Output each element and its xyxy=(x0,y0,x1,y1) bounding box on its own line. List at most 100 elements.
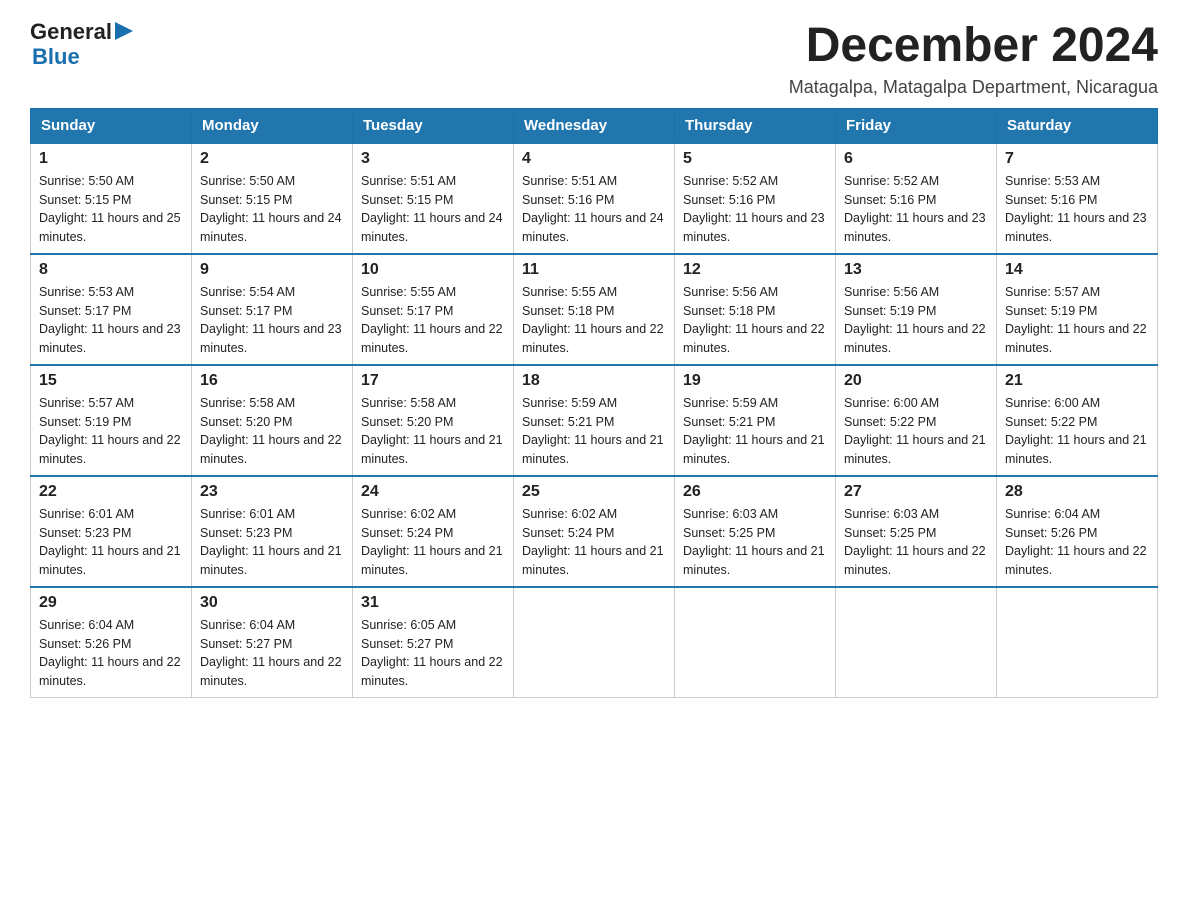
day-number: 29 xyxy=(39,594,183,612)
day-info: Sunrise: 6:03 AM Sunset: 5:25 PM Dayligh… xyxy=(683,505,827,580)
calendar-cell: 19 Sunrise: 5:59 AM Sunset: 5:21 PM Dayl… xyxy=(675,365,836,476)
logo-blue: Blue xyxy=(30,45,80,69)
day-number: 11 xyxy=(522,261,666,279)
calendar-cell: 13 Sunrise: 5:56 AM Sunset: 5:19 PM Dayl… xyxy=(836,254,997,365)
calendar-cell: 18 Sunrise: 5:59 AM Sunset: 5:21 PM Dayl… xyxy=(514,365,675,476)
page-header: General Blue December 2024 Matagalpa, Ma… xyxy=(30,20,1158,98)
calendar-cell: 6 Sunrise: 5:52 AM Sunset: 5:16 PM Dayli… xyxy=(836,143,997,254)
day-info: Sunrise: 6:02 AM Sunset: 5:24 PM Dayligh… xyxy=(522,505,666,580)
day-info: Sunrise: 5:54 AM Sunset: 5:17 PM Dayligh… xyxy=(200,283,344,358)
day-number: 20 xyxy=(844,372,988,390)
column-header-thursday: Thursday xyxy=(675,108,836,143)
day-info: Sunrise: 6:04 AM Sunset: 5:27 PM Dayligh… xyxy=(200,616,344,691)
day-info: Sunrise: 6:01 AM Sunset: 5:23 PM Dayligh… xyxy=(200,505,344,580)
day-number: 16 xyxy=(200,372,344,390)
calendar-cell: 27 Sunrise: 6:03 AM Sunset: 5:25 PM Dayl… xyxy=(836,476,997,587)
day-info: Sunrise: 6:00 AM Sunset: 5:22 PM Dayligh… xyxy=(1005,394,1149,469)
calendar-cell: 21 Sunrise: 6:00 AM Sunset: 5:22 PM Dayl… xyxy=(997,365,1158,476)
calendar-week-1: 1 Sunrise: 5:50 AM Sunset: 5:15 PM Dayli… xyxy=(31,143,1158,254)
calendar-cell: 22 Sunrise: 6:01 AM Sunset: 5:23 PM Dayl… xyxy=(31,476,192,587)
day-info: Sunrise: 5:51 AM Sunset: 5:15 PM Dayligh… xyxy=(361,172,505,247)
calendar-cell: 30 Sunrise: 6:04 AM Sunset: 5:27 PM Dayl… xyxy=(192,587,353,698)
day-info: Sunrise: 6:05 AM Sunset: 5:27 PM Dayligh… xyxy=(361,616,505,691)
day-info: Sunrise: 5:50 AM Sunset: 5:15 PM Dayligh… xyxy=(39,172,183,247)
day-number: 2 xyxy=(200,150,344,168)
calendar-cell: 4 Sunrise: 5:51 AM Sunset: 5:16 PM Dayli… xyxy=(514,143,675,254)
calendar-cell xyxy=(997,587,1158,698)
calendar-cell: 20 Sunrise: 6:00 AM Sunset: 5:22 PM Dayl… xyxy=(836,365,997,476)
page-subtitle: Matagalpa, Matagalpa Department, Nicarag… xyxy=(789,77,1158,98)
day-number: 22 xyxy=(39,483,183,501)
day-info: Sunrise: 6:03 AM Sunset: 5:25 PM Dayligh… xyxy=(844,505,988,580)
calendar-cell: 23 Sunrise: 6:01 AM Sunset: 5:23 PM Dayl… xyxy=(192,476,353,587)
calendar-cell xyxy=(836,587,997,698)
day-info: Sunrise: 5:50 AM Sunset: 5:15 PM Dayligh… xyxy=(200,172,344,247)
day-number: 9 xyxy=(200,261,344,279)
calendar-cell: 25 Sunrise: 6:02 AM Sunset: 5:24 PM Dayl… xyxy=(514,476,675,587)
calendar-cell: 1 Sunrise: 5:50 AM Sunset: 5:15 PM Dayli… xyxy=(31,143,192,254)
logo-general: General xyxy=(30,20,112,44)
day-number: 19 xyxy=(683,372,827,390)
day-number: 4 xyxy=(522,150,666,168)
calendar-cell: 7 Sunrise: 5:53 AM Sunset: 5:16 PM Dayli… xyxy=(997,143,1158,254)
logo-arrow-icon xyxy=(115,22,133,40)
calendar-cell: 8 Sunrise: 5:53 AM Sunset: 5:17 PM Dayli… xyxy=(31,254,192,365)
calendar-header-row: SundayMondayTuesdayWednesdayThursdayFrid… xyxy=(31,108,1158,143)
calendar-cell: 9 Sunrise: 5:54 AM Sunset: 5:17 PM Dayli… xyxy=(192,254,353,365)
day-info: Sunrise: 5:55 AM Sunset: 5:17 PM Dayligh… xyxy=(361,283,505,358)
calendar-table: SundayMondayTuesdayWednesdayThursdayFrid… xyxy=(30,108,1158,698)
day-number: 27 xyxy=(844,483,988,501)
day-info: Sunrise: 5:53 AM Sunset: 5:17 PM Dayligh… xyxy=(39,283,183,358)
calendar-cell: 14 Sunrise: 5:57 AM Sunset: 5:19 PM Dayl… xyxy=(997,254,1158,365)
day-info: Sunrise: 5:57 AM Sunset: 5:19 PM Dayligh… xyxy=(39,394,183,469)
column-header-saturday: Saturday xyxy=(997,108,1158,143)
day-info: Sunrise: 6:04 AM Sunset: 5:26 PM Dayligh… xyxy=(39,616,183,691)
day-info: Sunrise: 5:56 AM Sunset: 5:19 PM Dayligh… xyxy=(844,283,988,358)
calendar-cell xyxy=(675,587,836,698)
day-number: 6 xyxy=(844,150,988,168)
column-header-tuesday: Tuesday xyxy=(353,108,514,143)
day-info: Sunrise: 5:57 AM Sunset: 5:19 PM Dayligh… xyxy=(1005,283,1149,358)
day-number: 24 xyxy=(361,483,505,501)
calendar-cell: 10 Sunrise: 5:55 AM Sunset: 5:17 PM Dayl… xyxy=(353,254,514,365)
calendar-week-5: 29 Sunrise: 6:04 AM Sunset: 5:26 PM Dayl… xyxy=(31,587,1158,698)
calendar-cell: 24 Sunrise: 6:02 AM Sunset: 5:24 PM Dayl… xyxy=(353,476,514,587)
column-header-monday: Monday xyxy=(192,108,353,143)
calendar-week-4: 22 Sunrise: 6:01 AM Sunset: 5:23 PM Dayl… xyxy=(31,476,1158,587)
calendar-cell: 28 Sunrise: 6:04 AM Sunset: 5:26 PM Dayl… xyxy=(997,476,1158,587)
day-info: Sunrise: 6:02 AM Sunset: 5:24 PM Dayligh… xyxy=(361,505,505,580)
calendar-cell xyxy=(514,587,675,698)
day-info: Sunrise: 6:04 AM Sunset: 5:26 PM Dayligh… xyxy=(1005,505,1149,580)
logo: General Blue xyxy=(30,20,133,69)
day-number: 26 xyxy=(683,483,827,501)
day-number: 30 xyxy=(200,594,344,612)
day-info: Sunrise: 5:58 AM Sunset: 5:20 PM Dayligh… xyxy=(361,394,505,469)
day-info: Sunrise: 5:55 AM Sunset: 5:18 PM Dayligh… xyxy=(522,283,666,358)
day-info: Sunrise: 5:56 AM Sunset: 5:18 PM Dayligh… xyxy=(683,283,827,358)
day-number: 17 xyxy=(361,372,505,390)
day-info: Sunrise: 5:59 AM Sunset: 5:21 PM Dayligh… xyxy=(683,394,827,469)
calendar-week-3: 15 Sunrise: 5:57 AM Sunset: 5:19 PM Dayl… xyxy=(31,365,1158,476)
day-number: 5 xyxy=(683,150,827,168)
calendar-week-2: 8 Sunrise: 5:53 AM Sunset: 5:17 PM Dayli… xyxy=(31,254,1158,365)
calendar-cell: 31 Sunrise: 6:05 AM Sunset: 5:27 PM Dayl… xyxy=(353,587,514,698)
calendar-cell: 17 Sunrise: 5:58 AM Sunset: 5:20 PM Dayl… xyxy=(353,365,514,476)
column-header-wednesday: Wednesday xyxy=(514,108,675,143)
day-info: Sunrise: 5:59 AM Sunset: 5:21 PM Dayligh… xyxy=(522,394,666,469)
day-number: 28 xyxy=(1005,483,1149,501)
calendar-cell: 3 Sunrise: 5:51 AM Sunset: 5:15 PM Dayli… xyxy=(353,143,514,254)
day-info: Sunrise: 5:52 AM Sunset: 5:16 PM Dayligh… xyxy=(683,172,827,247)
day-number: 7 xyxy=(1005,150,1149,168)
calendar-cell: 15 Sunrise: 5:57 AM Sunset: 5:19 PM Dayl… xyxy=(31,365,192,476)
day-number: 1 xyxy=(39,150,183,168)
day-number: 13 xyxy=(844,261,988,279)
column-header-sunday: Sunday xyxy=(31,108,192,143)
calendar-cell: 12 Sunrise: 5:56 AM Sunset: 5:18 PM Dayl… xyxy=(675,254,836,365)
day-number: 15 xyxy=(39,372,183,390)
day-info: Sunrise: 6:01 AM Sunset: 5:23 PM Dayligh… xyxy=(39,505,183,580)
calendar-cell: 26 Sunrise: 6:03 AM Sunset: 5:25 PM Dayl… xyxy=(675,476,836,587)
calendar-cell: 16 Sunrise: 5:58 AM Sunset: 5:20 PM Dayl… xyxy=(192,365,353,476)
day-number: 18 xyxy=(522,372,666,390)
calendar-cell: 2 Sunrise: 5:50 AM Sunset: 5:15 PM Dayli… xyxy=(192,143,353,254)
day-number: 3 xyxy=(361,150,505,168)
